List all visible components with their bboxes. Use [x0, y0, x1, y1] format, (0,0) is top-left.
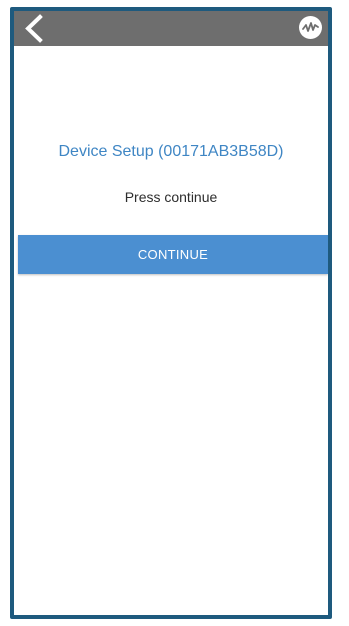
waveform-logo-icon — [299, 16, 322, 39]
back-button[interactable] — [22, 14, 48, 43]
page-title: Device Setup (00171AB3B58D) — [58, 143, 284, 160]
device-frame: Device Setup (00171AB3B58D) Press contin… — [10, 7, 332, 619]
chevron-left-icon — [25, 14, 43, 43]
setup-content: Device Setup (00171AB3B58D) Press contin… — [14, 46, 328, 615]
instruction-text: Press continue — [124, 189, 218, 205]
continue-button[interactable]: CONTINUE — [18, 235, 328, 274]
top-bar — [14, 11, 328, 46]
app-screen: Device Setup (00171AB3B58D) Press contin… — [14, 11, 328, 615]
